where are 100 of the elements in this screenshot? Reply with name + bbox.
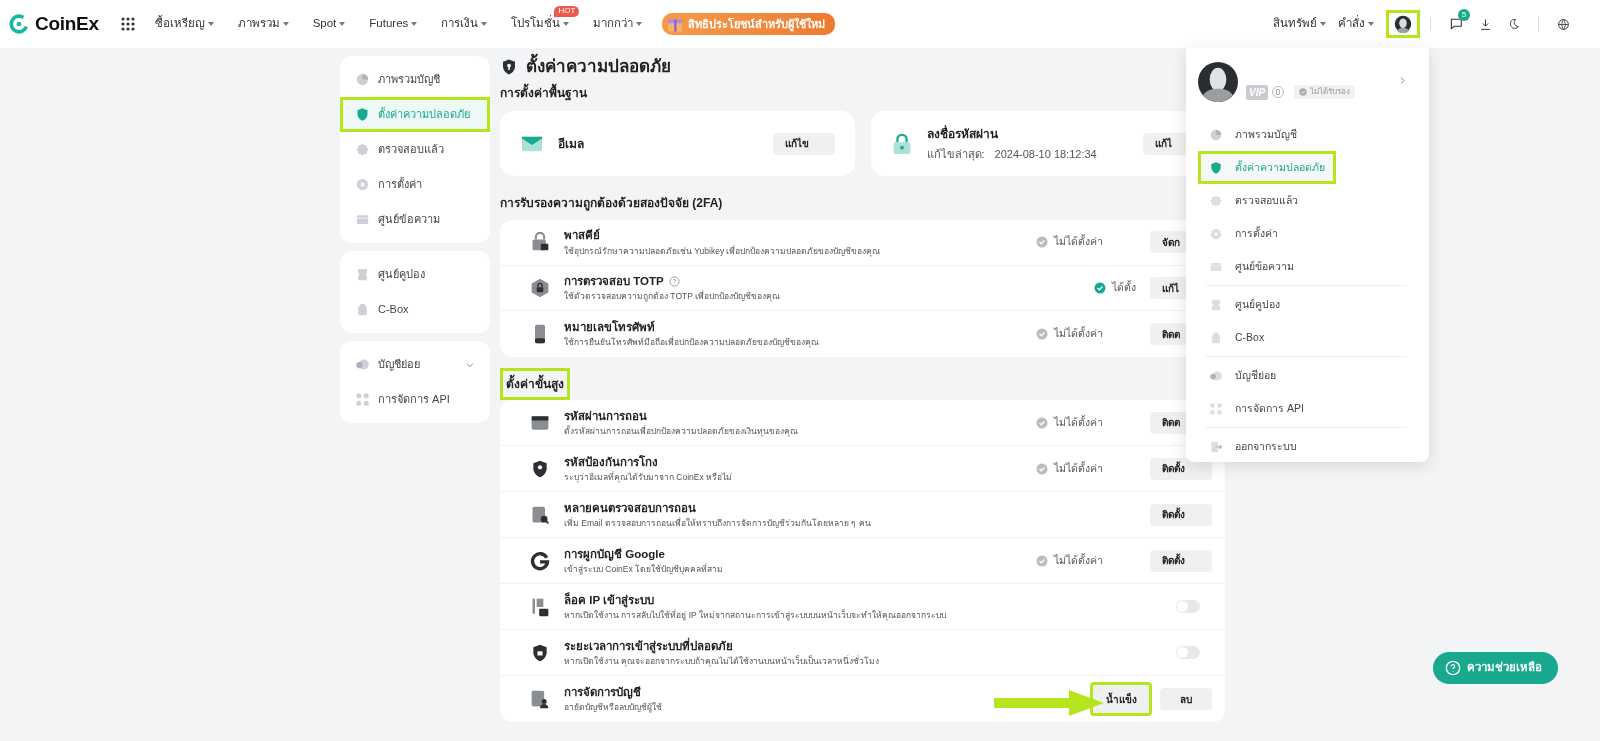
hexagon-lock-icon (530, 278, 550, 299)
badge-icon (1209, 193, 1223, 208)
setting-description: ใช้อุปกรณ์รักษาความปลอดภัยเช่น Yubikey เพื่อปกป้องความปลอดภัยของบัญชีของคุณ (564, 244, 882, 258)
action-button[interactable]: ติดตั้ง (1150, 503, 1212, 526)
globe-icon (1557, 17, 1570, 31)
check-icon (1299, 88, 1308, 96)
nav-menu-item[interactable]: สินทรัพย์ (1267, 15, 1332, 33)
nav-menu-item[interactable]: การเงิน (429, 15, 500, 33)
detail-label: แก้ไขล่าสุด: (926, 146, 985, 163)
status-text: ไม่ได้ตั้งค่า (1054, 234, 1103, 250)
document-user-icon (530, 689, 550, 710)
setting-title: หลายคนตรวจสอบการถอน (564, 500, 696, 516)
g-letter-icon (530, 550, 550, 571)
setting-title: รหัสป้องกันการโกง (564, 454, 658, 470)
logo-icon (8, 13, 30, 35)
accounts-icon (355, 357, 370, 372)
setting-title: ระยะเวลาการเข้าสู่ระบบที่ปลอดภัย (564, 637, 733, 655)
setting-description: ตั้งรหัสผ่านการถอนเพื่อปกป้องความปลอดภัยของเงินทุนของคุณ (564, 424, 799, 438)
setting-title: การผูกบัญชี Google (564, 546, 665, 563)
api-icon (355, 392, 370, 407)
setting-title: พาสคีย์ (564, 227, 600, 244)
status-text: ไม่ได้ตั้งค่า (1054, 326, 1103, 342)
edit-button[interactable]: แก้ไข (772, 132, 835, 155)
accounts-icon (1209, 368, 1223, 383)
setting-title: รหัสผ่านการถอน (564, 408, 647, 424)
action-button[interactable]: ติดตั้ง (1150, 549, 1212, 572)
setting-description: อายัดบัญชีหรือลบบัญชีผู้ใช้ (564, 701, 663, 715)
shield-icon (500, 57, 518, 77)
message-count-badge: 5 (1458, 9, 1470, 21)
shield-icon (355, 107, 370, 122)
page-title: ตั้งค่าความปลอดภัย (526, 54, 671, 80)
coupon-icon (355, 267, 370, 282)
setting-title: ล็อค IP เข้าสู่ระบบ (564, 591, 655, 609)
section-heading: การรับรองความถูกต้องด้วยสองปัจจัย (2FA) (500, 196, 723, 211)
toggle-switch[interactable] (1176, 600, 1200, 614)
shield-icon (1209, 160, 1223, 175)
action-button[interactable]: ติดตั้ง (1150, 457, 1212, 480)
menu-item[interactable]: ตรวจสอบแล้ว (1198, 184, 1415, 217)
action-button[interactable]: น้ำแข็ง (1090, 682, 1152, 717)
avatar-icon (1394, 15, 1412, 33)
chat-icon (1449, 17, 1463, 31)
sidebar-item[interactable]: ภาพรวมบัญชี (340, 62, 490, 97)
pie-icon (1209, 127, 1223, 142)
nav-menu-item[interactable]: มากกว่า (581, 15, 655, 33)
status-text: ไม่ได้ตั้งค่า (1054, 460, 1103, 476)
hot-badge: HOT (554, 6, 580, 18)
logout-icon (1209, 439, 1223, 454)
avatar-icon (1198, 62, 1238, 102)
sidebar-item[interactable]: ศูนย์คูปอง (340, 257, 490, 292)
box-icon (355, 302, 370, 317)
nav-menu-item[interactable]: ซื้อเหรียญ (142, 15, 226, 33)
card-title: ลงชื่อรหัสผ่าน (926, 124, 999, 143)
download-icon (1479, 17, 1492, 31)
apps-grid-icon (120, 17, 135, 31)
action-button[interactable]: ลบ (1160, 688, 1212, 711)
sidebar-item[interactable]: C-Box (340, 292, 490, 327)
moon-icon (1508, 18, 1520, 30)
setting-description: หากเปิดใช้งาน การสลับไปใช้ที่อยู่ IP ใหม่จากสถานะการเข้าสู่ระบบบนหน้าเว็บจะทำให้คุณออกจากระบบ (564, 608, 947, 622)
setting-description: ใช้การยืนยันโทรศัพท์มือถือเพื่อปกป้องความปลอดภัยของบัญชีของคุณ (564, 336, 820, 350)
setting-title: การจัดการบัญชี (564, 685, 641, 701)
shield-lock-icon (530, 642, 550, 663)
detail-value: 2024-08-10 18:12:34 (994, 146, 1097, 162)
sidebar-item[interactable]: การจัดการ API (340, 382, 490, 417)
nav-menu-item[interactable]: ภาพรวม (225, 15, 301, 33)
logo-text[interactable]: CoinEx (35, 9, 99, 39)
setting-description: เพิ่ม Email ตรวจสอบการถอนเพื่อให้ทราบถึงการจัดการบัญชีร่วมกันโดยหลาย ๆ คน (564, 516, 872, 530)
nav-menu-item[interactable]: Spot (300, 15, 358, 33)
verification-badge: ไม่ได้รับรอง (1294, 85, 1356, 99)
setting-title: หมายเลขโทรศัพท์ (564, 319, 655, 336)
sidebar-item[interactable]: การตั้งค่า (340, 167, 490, 202)
sidebar-item[interactable]: บัญชีย่อย (340, 347, 490, 382)
setting-description: หากเปิดใช้งาน คุณจะออกจากระบบถ้าคุณไม่ได้ใช้งานบนหน้าเว็บเป็นเวลาหนึ่งชั่วโมง (564, 654, 881, 668)
document-search-icon (530, 504, 550, 525)
avatar-button[interactable] (1386, 10, 1420, 38)
chevron-right-icon (1398, 76, 1407, 85)
api-icon (1209, 401, 1223, 416)
card-title: อีเมล (558, 135, 585, 153)
setting-description: ใช้ตัวตรวจสอบความถูกต้อง TOTP เพื่อปกป้องบัญชีของคุณ (564, 290, 782, 304)
nav-menu-item[interactable]: คำสั่ง (1332, 15, 1380, 33)
pie-icon (355, 72, 370, 87)
status-text: ได้ตั้ง (1112, 280, 1136, 296)
sidebar-item[interactable]: ตรวจสอบแล้ว (340, 132, 490, 167)
nav-menu-item[interactable]: โปรโมชั่น (499, 15, 582, 33)
setting-description: เข้าสู่ระบบ CoinEx โดยใช้บัญชีบุคคลที่สาม (564, 562, 725, 576)
shield-icon (530, 458, 550, 479)
menu-item[interactable]: บัญชีย่อย (1198, 359, 1415, 392)
status-text: ไม่ได้ตั้งค่า (1054, 414, 1103, 430)
coupon-icon (1209, 297, 1223, 312)
section-heading: ตั้งค่าขั้นสูง (500, 368, 570, 401)
badge-icon (355, 142, 370, 157)
box-icon (1209, 330, 1223, 345)
nav-menu-item[interactable]: Futures (357, 15, 430, 33)
sidebar-item[interactable]: ศูนย์ข้อความ (340, 202, 490, 237)
setting-description: ระบุว่าอีเมลที่คุณได้รับมาจาก CoinEx หรือไม่ (564, 470, 734, 484)
setting-title: การตรวจสอบ TOTP (564, 274, 664, 290)
message-icon (355, 212, 370, 227)
status-text: ไม่ได้ตั้งค่า (1054, 552, 1103, 568)
key-lock-icon (530, 232, 550, 253)
toggle-switch[interactable] (1176, 646, 1200, 660)
help-icon (1445, 660, 1461, 676)
